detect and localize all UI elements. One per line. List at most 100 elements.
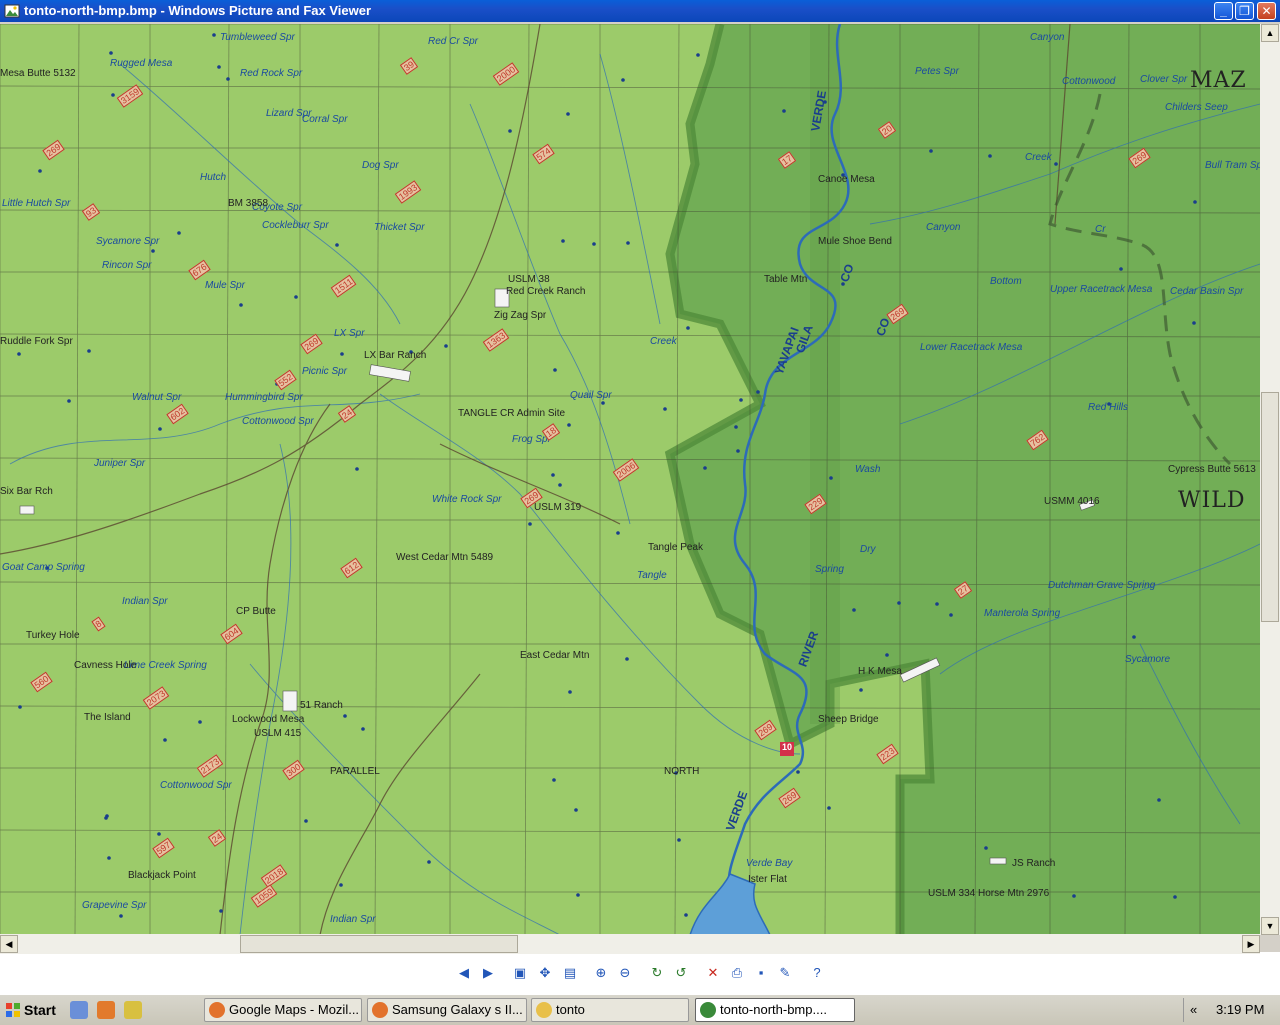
map-label-place: LX Bar Ranch — [364, 350, 427, 361]
map-label-spring: Tangle — [637, 570, 667, 581]
map-label-region: WILD — [1178, 488, 1246, 513]
taskbar-button-label: Google Maps - Mozil... — [229, 1002, 360, 1017]
tray-expand-chevron[interactable]: « — [1190, 998, 1197, 1022]
map-label-spring: Clover Spr — [1140, 74, 1188, 85]
start-label: Start — [24, 1002, 56, 1018]
map-label-spring: White Rock Spr — [432, 494, 502, 505]
folder-icon — [536, 1002, 552, 1018]
window-title: tonto-north-bmp.bmp - Windows Picture an… — [24, 3, 372, 18]
map-label-spring: Mule Spr — [205, 280, 246, 291]
close-button[interactable]: ✕ — [1257, 2, 1276, 20]
image-viewer-area: Tumbleweed Spr Red Cr Spr Rugged Mesa Red R… — [0, 22, 1280, 954]
scroll-left-arrow-icon[interactable]: ◀ — [0, 935, 18, 953]
horizontal-scrollbar[interactable]: ◀ ▶ — [0, 934, 1260, 954]
map-label-spring: Lime Creek Spring — [124, 660, 207, 671]
map-label-spring: Dog Spr — [362, 160, 399, 171]
map-label-place: USLM 415 — [254, 728, 302, 739]
map-label-place: Sheep Bridge — [818, 714, 879, 725]
vertical-scrollbar[interactable]: ▲ ▼ — [1260, 24, 1280, 935]
start-button[interactable]: Start — [2, 998, 62, 1022]
system-tray: « 3:19 PM — [1183, 998, 1280, 1022]
map-label-spring: Indian Spr — [330, 914, 376, 925]
taskbar-button[interactable]: tonto-north-bmp.... — [695, 998, 855, 1022]
picture-viewer-icon — [4, 4, 20, 18]
map-label-spring: Hutch — [200, 172, 227, 183]
taskbar-button-label: Samsung Galaxy s II... — [392, 1002, 523, 1017]
slideshow-icon[interactable]: ▤ — [561, 964, 579, 982]
topographic-map-image[interactable]: Tumbleweed Spr Red Cr Spr Rugged Mesa Red R… — [0, 24, 1260, 935]
maximize-button[interactable]: ❐ — [1235, 2, 1254, 20]
map-label-place: Six Bar Rch — [0, 486, 53, 497]
delete-icon[interactable]: ✕ — [704, 964, 722, 982]
app-quicklaunch-icon[interactable] — [124, 1001, 142, 1019]
vertical-scroll-thumb[interactable] — [1261, 392, 1279, 622]
save-icon[interactable]: ▪ — [752, 964, 770, 982]
scroll-down-arrow-icon[interactable]: ▼ — [1261, 917, 1279, 935]
help-icon[interactable]: ? — [808, 964, 826, 982]
horizontal-scroll-thumb[interactable] — [240, 935, 518, 953]
map-label-region: MAZ — [1190, 68, 1247, 93]
taskbar-button[interactable]: Google Maps - Mozil... — [204, 998, 362, 1022]
map-label-place: USMM 4016 — [1044, 496, 1100, 507]
map-label-spring: Rincon Spr — [102, 260, 152, 271]
edit-icon[interactable]: ✎ — [776, 964, 794, 982]
map-label-spring: Childers Seep — [1165, 102, 1228, 113]
rotate-counterclockwise-icon[interactable]: ↺ — [672, 964, 690, 982]
show-desktop-icon[interactable] — [70, 1001, 88, 1019]
map-label-spring: Grapevine Spr — [82, 900, 147, 911]
map-label-spring: Wash — [855, 464, 881, 475]
taskbar-button[interactable]: Samsung Galaxy s II... — [367, 998, 527, 1022]
map-label-place: TANGLE CR Admin Site — [458, 408, 566, 419]
map-label-spring: LX Spr — [334, 328, 365, 339]
next-image-icon[interactable]: ▶ — [479, 964, 497, 982]
map-label-spring: Thicket Spr — [374, 222, 425, 233]
actual-size-icon[interactable]: ✥ — [536, 964, 554, 982]
clock: 3:19 PM — [1216, 1002, 1265, 1017]
map-label-spring: Tumbleweed Spr — [220, 32, 295, 43]
firefox-quicklaunch-icon[interactable] — [97, 1001, 115, 1019]
map-label-place: Mule Shoe Bend — [818, 236, 892, 247]
map-label-spring: Picnic Spr — [302, 366, 348, 377]
map-label-place: USLM 334 Horse Mtn 2976 — [928, 888, 1050, 899]
windows-flag-icon — [6, 1003, 20, 1017]
map-label-place: BM 3858 — [228, 198, 269, 209]
map-label-spring: Red Cr Spr — [428, 36, 479, 47]
map-label-spring: Creek — [650, 336, 677, 347]
map-label-spring: Sycamore — [1125, 654, 1171, 665]
window-titlebar[interactable]: tonto-north-bmp.bmp - Windows Picture an… — [0, 0, 1280, 22]
scroll-up-arrow-icon[interactable]: ▲ — [1261, 24, 1279, 42]
map-label-spring: Upper Racetrack Mesa — [1050, 284, 1153, 295]
map-label-spring: Dutchman Grave Spring — [1048, 580, 1156, 591]
map-label-spring: Canyon — [926, 222, 961, 233]
map-label-spring: Creek — [1025, 152, 1052, 163]
map-label-place: Turkey Hole — [26, 630, 80, 641]
map-label-spring: Petes Spr — [915, 66, 959, 77]
map-label-spring: Dry — [860, 544, 876, 555]
zoom-in-icon[interactable]: ⊕ — [592, 964, 610, 982]
print-icon[interactable]: ⎙ — [728, 964, 746, 982]
map-label-spring: Cottonwood Spr — [242, 416, 314, 427]
map-label-spring: Cockleburr Spr — [262, 220, 329, 231]
map-label-place: Ruddle Fork Spr — [0, 336, 73, 347]
map-canvas — [0, 24, 1260, 935]
map-label-spring: Walnut Spr — [132, 392, 182, 403]
previous-image-icon[interactable]: ◀ — [455, 964, 473, 982]
map-label-spring: Hummingbird Spr — [225, 392, 303, 403]
map-label-place: Cypress Butte 5613 — [1168, 464, 1256, 475]
map-label-place: Ister Flat — [748, 874, 787, 885]
map-label-place: Table Mtn — [764, 274, 808, 285]
map-label-spring: Sycamore Spr — [96, 236, 160, 247]
taskbar-button[interactable]: tonto — [531, 998, 689, 1022]
map-label-spring: Canyon — [1030, 32, 1065, 43]
map-label-place: West Cedar Mtn 5489 — [396, 552, 494, 563]
zoom-out-icon[interactable]: ⊖ — [616, 964, 634, 982]
map-label-spring: Cedar Basin Spr — [1170, 286, 1244, 297]
firefox-icon — [372, 1002, 388, 1018]
scroll-right-arrow-icon[interactable]: ▶ — [1242, 935, 1260, 953]
map-label-spring: Red Rock Spr — [240, 68, 303, 79]
map-label-spring: Rugged Mesa — [110, 58, 173, 69]
minimize-button[interactable]: _ — [1214, 2, 1233, 20]
map-label-place: USLM 319 — [534, 502, 582, 513]
rotate-clockwise-icon[interactable]: ↻ — [648, 964, 666, 982]
best-fit-icon[interactable]: ▣ — [511, 964, 529, 982]
